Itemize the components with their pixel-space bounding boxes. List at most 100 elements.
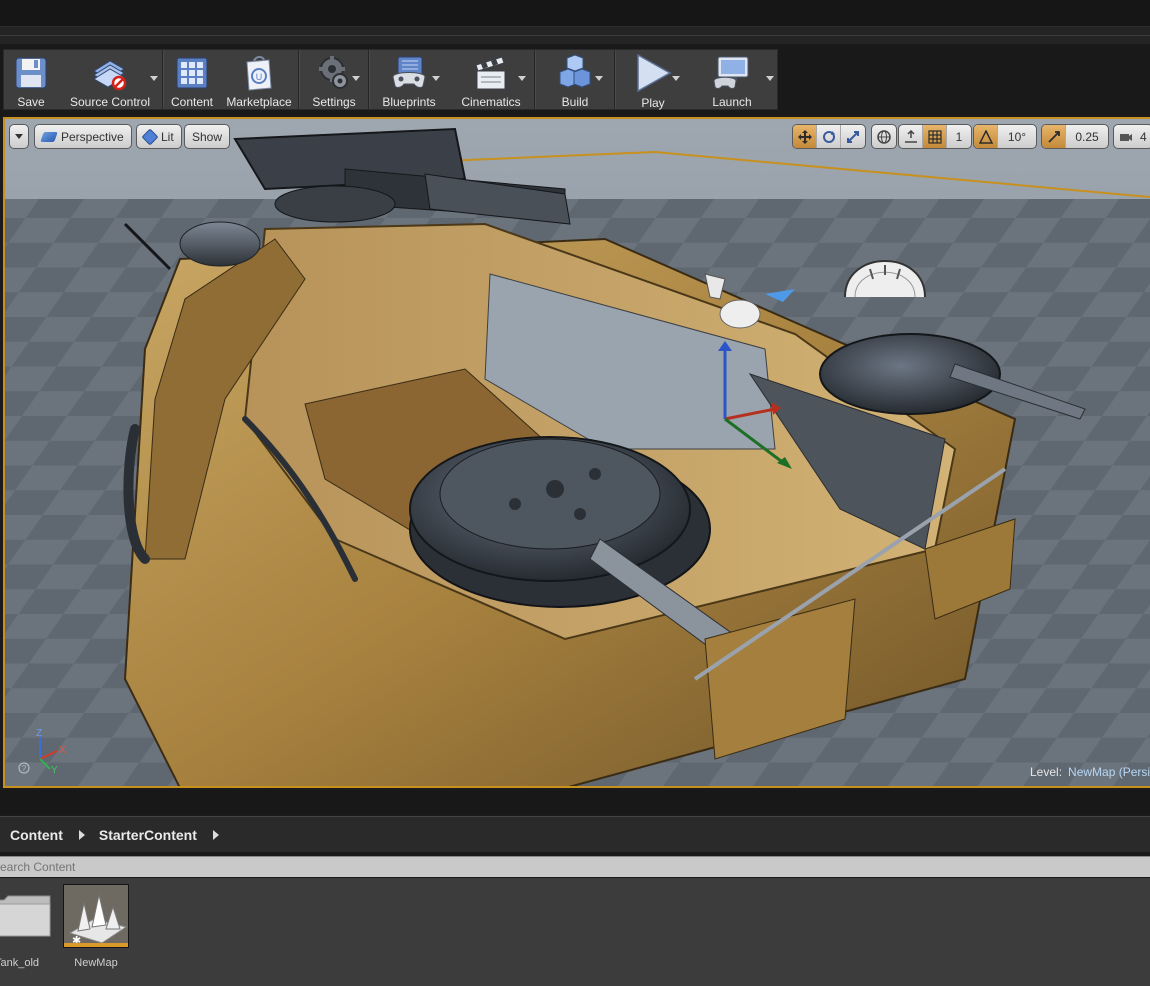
launch-button[interactable]: Launch xyxy=(690,50,774,109)
launch-monitor-icon xyxy=(712,53,752,92)
unreal-editor-window: Save Source Control Content U Marketplac… xyxy=(0,0,1150,986)
save-label: Save xyxy=(17,95,45,109)
level-asset-color-strip xyxy=(64,943,128,947)
grid-snap-value[interactable]: 1 xyxy=(947,125,971,148)
coordinate-system-group xyxy=(871,124,897,149)
viewport-scene[interactable]: Z X Y ? xyxy=(5,119,1150,788)
surface-snap-icon xyxy=(904,129,917,143)
source-control-button[interactable]: Source Control xyxy=(58,50,162,109)
play-triangle-icon xyxy=(633,53,673,93)
rotate-mode-button[interactable] xyxy=(817,125,841,148)
clapperboard-icon xyxy=(471,53,511,92)
save-button[interactable]: Save xyxy=(4,50,58,109)
lit-label: Lit xyxy=(161,129,174,144)
transform-mode-group xyxy=(792,124,866,149)
blueprint-gamepad-icon xyxy=(389,53,429,92)
scale-snap-toggle[interactable] xyxy=(1042,125,1066,148)
translate-mode-button[interactable] xyxy=(793,125,817,148)
viewport-options-button[interactable] xyxy=(9,124,29,149)
level-label: Level: xyxy=(1030,765,1063,779)
build-cubes-icon xyxy=(555,53,595,92)
panel-divider xyxy=(0,790,1150,814)
camera-speed-value[interactable]: 4 xyxy=(1138,125,1149,148)
scale-snap-value[interactable]: 0.25 xyxy=(1066,125,1108,148)
axis-x-label: X xyxy=(59,745,66,756)
settings-dropdown-arrow[interactable] xyxy=(352,76,360,81)
marketplace-button[interactable]: U Marketplace xyxy=(220,50,298,109)
settings-label: Settings xyxy=(312,95,356,109)
content-browser-path-bar: Content StarterContent xyxy=(0,816,1150,852)
cinematics-button[interactable]: Cinematics xyxy=(448,50,534,109)
camera-speed-button[interactable] xyxy=(1114,125,1138,148)
show-label: Show xyxy=(192,129,223,144)
rotate-icon xyxy=(822,130,835,143)
gear-icon xyxy=(314,53,354,92)
settings-button[interactable]: Settings xyxy=(300,50,368,109)
breadcrumb-arrow-icon[interactable] xyxy=(78,829,85,840)
rotation-snap-value[interactable]: 10° xyxy=(998,125,1036,148)
content-label: Content xyxy=(170,95,214,109)
grid-snap-toggle[interactable] xyxy=(923,125,947,148)
show-flags-button[interactable]: Show xyxy=(184,124,231,149)
play-label: Play xyxy=(641,96,665,110)
source-control-dropdown-arrow[interactable] xyxy=(150,76,158,81)
perspective-button[interactable]: Perspective xyxy=(34,124,132,149)
title-bar xyxy=(0,0,1150,26)
grid-snap-group: 1 xyxy=(898,124,972,149)
source-control-label: Source Control xyxy=(69,95,151,109)
scale-snap-group: 0.25 xyxy=(1041,124,1109,149)
build-dropdown-arrow[interactable] xyxy=(595,76,603,81)
rotation-snap-toggle[interactable] xyxy=(974,125,998,148)
svg-text:U: U xyxy=(256,72,263,82)
asset-name: NewMap xyxy=(74,957,118,969)
play-button[interactable]: Play xyxy=(616,50,690,110)
play-dropdown-arrow[interactable] xyxy=(672,76,680,81)
asset-item-folder[interactable]: Tank_old xyxy=(0,884,52,969)
content-search-bar xyxy=(0,856,1150,877)
viewport-toolbar: Perspective Lit Show 1 10° 0.25 4 xyxy=(5,119,1150,153)
floppy-disk-icon xyxy=(11,53,51,92)
perspective-label: Perspective xyxy=(61,129,124,144)
search-input[interactable] xyxy=(0,857,1150,877)
level-viewport[interactable]: Z X Y ? Perspective Lit Show 1 10° 0.25 … xyxy=(3,117,1150,788)
surface-snap-button[interactable] xyxy=(899,125,923,148)
globe-icon xyxy=(877,129,891,144)
camera-speed-icon xyxy=(1120,133,1132,141)
angle-icon xyxy=(978,129,993,144)
lit-sphere-icon xyxy=(141,128,159,145)
move-arrows-icon xyxy=(797,129,812,144)
folder-icon xyxy=(0,884,52,948)
launch-dropdown-arrow[interactable] xyxy=(766,76,774,81)
level-name: NewMap (Persistent) xyxy=(1068,765,1150,779)
world-coordinates-button[interactable] xyxy=(872,125,896,148)
breadcrumb-startercontent[interactable]: StarterContent xyxy=(99,827,197,843)
grid-icon xyxy=(927,129,942,144)
cinematics-dropdown-arrow[interactable] xyxy=(518,76,526,81)
lit-view-mode-button[interactable]: Lit xyxy=(136,124,182,149)
breadcrumb-arrow-icon[interactable] xyxy=(212,829,219,840)
asset-item-level[interactable]: ✱ NewMap xyxy=(61,884,131,969)
level-map-icon: ✱ xyxy=(63,884,129,948)
tab-divider xyxy=(0,35,1150,36)
source-control-icon xyxy=(90,53,130,92)
blueprints-dropdown-arrow[interactable] xyxy=(432,76,440,81)
axis-y-label: Y xyxy=(51,765,58,776)
scale-mode-button[interactable] xyxy=(841,125,865,148)
rotation-snap-group: 10° xyxy=(973,124,1037,149)
blueprints-label: Blueprints xyxy=(382,95,436,109)
scale-icon xyxy=(847,130,859,143)
tab-strip xyxy=(0,26,1150,44)
chevron-down-icon xyxy=(15,134,23,139)
marketplace-bag-icon: U xyxy=(239,53,279,92)
svg-text:?: ? xyxy=(22,764,27,773)
build-button[interactable]: Build xyxy=(536,50,614,109)
current-level-indicator: Level: NewMap (Persistent) xyxy=(1030,765,1150,779)
content-button[interactable]: Content xyxy=(164,50,220,109)
content-grid-icon xyxy=(172,53,212,92)
asset-view: Tank_old ✱ NewMap xyxy=(0,878,1150,986)
cinematics-label: Cinematics xyxy=(461,95,521,109)
asset-name: Tank_old xyxy=(0,957,40,969)
blueprints-button[interactable]: Blueprints xyxy=(370,50,448,109)
marketplace-label: Marketplace xyxy=(226,95,292,109)
breadcrumb-content[interactable]: Content xyxy=(10,827,63,843)
